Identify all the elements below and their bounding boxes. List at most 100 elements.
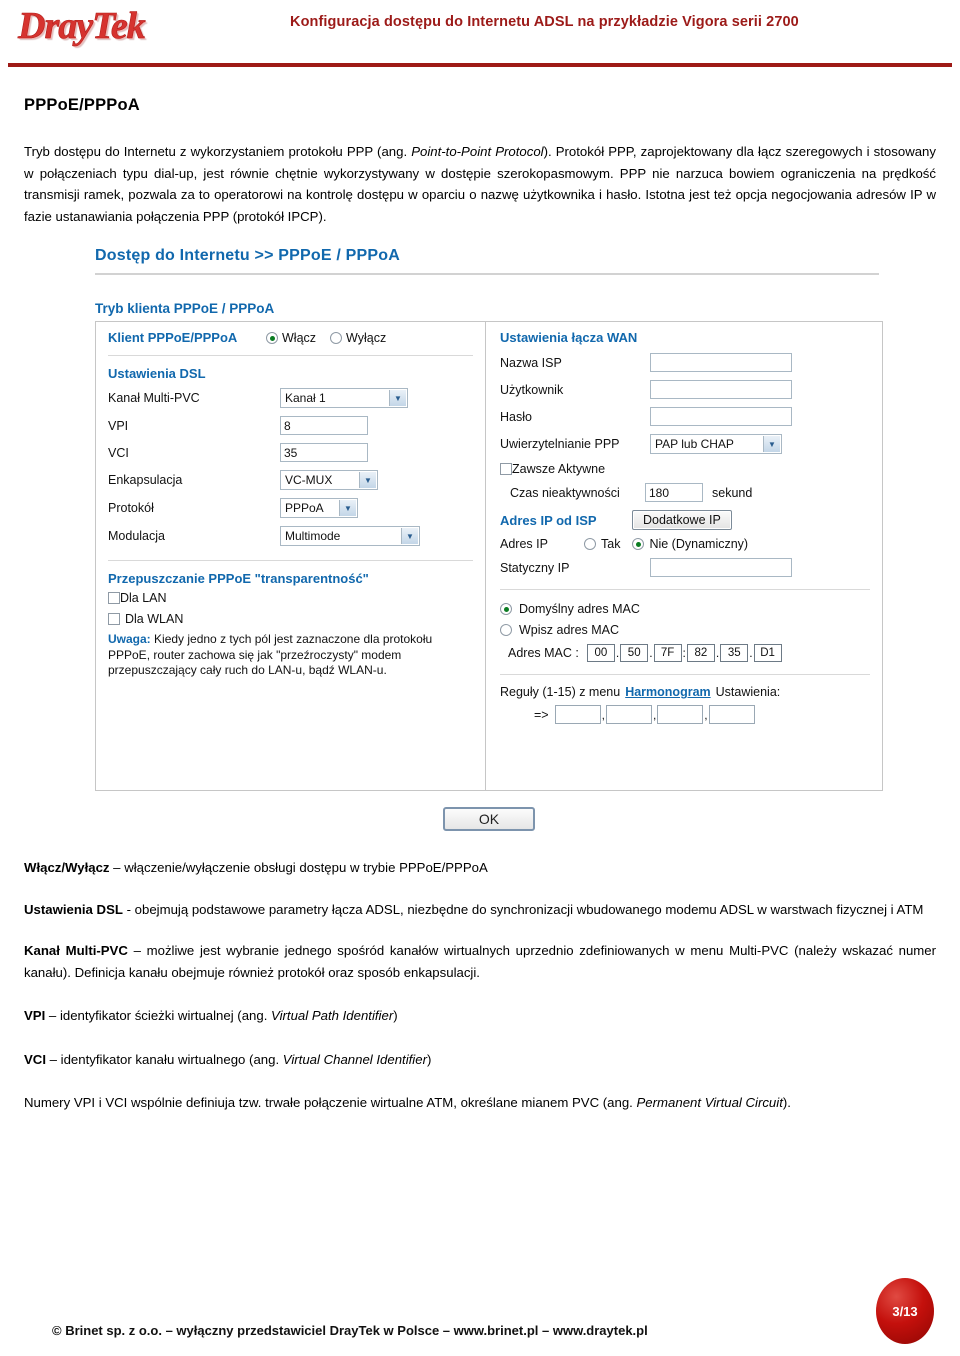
page-footer: © Brinet sp. z o.o. – wyłączny przedstaw…: [0, 1278, 960, 1356]
mac-octet-2[interactable]: 50: [620, 644, 649, 662]
field-row-vpi: VPI: [108, 416, 475, 435]
select-modulation-value: Multimode: [285, 529, 341, 543]
checkbox-always-on[interactable]: [500, 463, 512, 475]
label-always-on: Zawsze Aktywne: [512, 462, 606, 476]
vpi-italic: Virtual Path Identifier: [271, 1008, 394, 1023]
desc-enable-disable: Włącz/Wyłącz – włączenie/wyłączenie obsł…: [24, 857, 936, 879]
rules-text-suffix: Ustawienia:: [715, 685, 781, 699]
label-username: Użytkownik: [500, 382, 564, 397]
desc-body-0: włączenie/wyłączenie obsługi dostępu w t…: [124, 860, 488, 875]
input-username[interactable]: [650, 380, 792, 399]
input-password[interactable]: [650, 407, 792, 426]
ok-button-wrapper: OK: [95, 807, 883, 831]
label-vci: VCI: [108, 445, 129, 460]
label-idle-unit: sekund: [712, 485, 753, 500]
mac-octet-5[interactable]: 35: [720, 644, 749, 662]
page-number-badge: 3/13: [876, 1278, 934, 1344]
label-passthrough-lan: Dla LAN: [120, 591, 167, 605]
desc-body-1: obejmują podstawowe parametry łącza ADSL…: [134, 901, 924, 917]
client-enable-radio[interactable]: [266, 331, 278, 344]
desc-term-0: Włącz/Wyłącz: [24, 860, 110, 875]
right-divider-1: [500, 589, 870, 590]
field-row-encapsulation: Enkapsulacja VC-MUX ▼: [108, 470, 475, 490]
desc-term-1: Ustawienia DSL: [24, 901, 123, 917]
pvc-tail: ).: [782, 1095, 791, 1110]
rules-arrow: =>: [534, 707, 549, 722]
select-protocol-value: PPPoA: [285, 501, 324, 515]
ok-button[interactable]: OK: [442, 807, 536, 831]
config-right-column: Ustawienia łącza WAN Nazwa ISP Użytkowni…: [486, 322, 882, 790]
document-content: PPPoE/PPPoA Tryb dostępu do Internetu z …: [0, 58, 960, 1114]
field-row-idle-timeout: Czas nieaktywności sekund: [500, 483, 872, 502]
label-ip-yes: Tak: [601, 537, 621, 551]
pvc-body: Numery VPI i VCI wspólnie definiuja tzw.…: [24, 1095, 637, 1110]
chevron-down-icon: ▼: [389, 390, 406, 406]
mac-octet-1[interactable]: 00: [586, 644, 615, 662]
rule-input-3[interactable]: [657, 705, 704, 724]
note-prefix: Uwaga:: [108, 632, 151, 646]
isp-ip-title: Adres IP od ISP: [500, 512, 597, 528]
label-static-ip: Statyczny IP: [500, 560, 570, 575]
input-vpi[interactable]: [280, 416, 368, 435]
desc-dsl-settings: Ustawienia DSL - obejmują podstawowe par…: [24, 899, 936, 921]
more-ip-button[interactable]: Dodatkowe IP: [632, 510, 732, 530]
vci-tail: ): [426, 1051, 432, 1067]
field-row-multipvc: Kanał Multi-PVC Kanał 1 ▼: [108, 388, 475, 408]
checkbox-passthrough-lan[interactable]: [108, 592, 120, 604]
vpi-body: identyfikator ścieżki wirtualnej (ang.: [59, 1008, 272, 1023]
passthrough-title: Przepuszczanie PPPoE "transparentność": [108, 571, 369, 586]
descriptions-section: Włącz/Wyłącz – włączenie/wyłączenie obsł…: [24, 857, 936, 1114]
desc-dash-1: -: [122, 901, 135, 917]
breadcrumb: Dostęp do Internetu >> PPPoE / PPPoA: [95, 247, 401, 264]
page-header: DrayTek Konfiguracja dostępu do Internet…: [0, 0, 960, 67]
input-isp-name[interactable]: [650, 353, 792, 372]
input-static-ip[interactable]: [650, 558, 792, 577]
select-encapsulation[interactable]: VC-MUX ▼: [280, 470, 378, 490]
mac-octet-3[interactable]: 7F: [653, 644, 682, 662]
select-ppp-auth[interactable]: PAP lub CHAP ▼: [650, 434, 782, 454]
vci-italic: Virtual Channel Identifier: [282, 1051, 427, 1067]
intro-italic: Point-to-Point Protocol: [411, 144, 544, 159]
desc-vci: VCI – identyfikator kanału wirtualnego (…: [24, 1049, 936, 1071]
mac-octet-4[interactable]: 82: [686, 644, 715, 662]
rule-input-1[interactable]: [554, 705, 601, 724]
radio-custom-mac[interactable]: [500, 624, 512, 636]
router-config-screenshot: Dostęp do Internetu >> PPPoE / PPPoA Try…: [77, 241, 883, 831]
dsl-settings-title: Ustawienia DSL: [108, 366, 206, 381]
field-row-static-ip: Statyczny IP: [500, 558, 872, 577]
config-left-column: Klient PPPoE/PPPoA Włącz Wyłącz Ustawien…: [96, 322, 486, 790]
intro-paragraph: Tryb dostępu do Internetu z wykorzystani…: [24, 141, 936, 227]
label-password: Hasło: [500, 409, 532, 424]
desc-term-2: Kanał Multi-PVC: [24, 943, 128, 958]
rule-input-2[interactable]: [605, 705, 652, 724]
radio-ip-yes[interactable]: [584, 538, 596, 550]
radio-default-mac[interactable]: [500, 603, 512, 615]
field-row-isp-name: Nazwa ISP: [500, 353, 872, 372]
mac-octet-6[interactable]: D1: [753, 644, 782, 662]
field-row-username: Użytkownik: [500, 380, 872, 399]
select-modulation[interactable]: Multimode ▼: [280, 526, 420, 546]
header-title: Konfiguracja dostępu do Internetu ADSL n…: [290, 14, 799, 30]
client-disable-radio[interactable]: [330, 331, 343, 344]
field-row-modulation: Modulacja Multimode ▼: [108, 526, 475, 546]
label-ip-address: Adres IP: [500, 537, 548, 551]
chevron-down-icon: ▼: [359, 472, 376, 488]
schedule-link[interactable]: Harmonogram: [625, 685, 710, 699]
wan-settings-title: Ustawienia łącza WAN: [500, 330, 638, 345]
label-protocol: Protokół: [108, 501, 154, 515]
footer-copyright: © Brinet sp. z o.o. – wyłączny przedstaw…: [52, 1323, 648, 1338]
label-passthrough-wlan: Dla WLAN: [125, 612, 184, 626]
input-vci[interactable]: [280, 443, 368, 462]
vci-dash: –: [45, 1051, 61, 1067]
radio-ip-no[interactable]: [632, 538, 645, 550]
select-multipvc[interactable]: Kanał 1 ▼: [280, 388, 408, 408]
vpi-dash: –: [45, 1008, 60, 1023]
input-idle-timeout[interactable]: [645, 483, 703, 502]
vpi-term: VPI: [24, 1008, 46, 1023]
select-protocol[interactable]: PPPoA ▼: [280, 498, 358, 518]
rule-input-4[interactable]: [708, 705, 755, 724]
note-body: Kiedy jedno z tych pól jest zaznaczone d…: [108, 632, 433, 677]
desc-dash-0: –: [109, 860, 125, 875]
checkbox-passthrough-wlan[interactable]: [108, 613, 120, 625]
desc-vpi: VPI – identyfikator ścieżki wirtualnej (…: [24, 1005, 936, 1027]
